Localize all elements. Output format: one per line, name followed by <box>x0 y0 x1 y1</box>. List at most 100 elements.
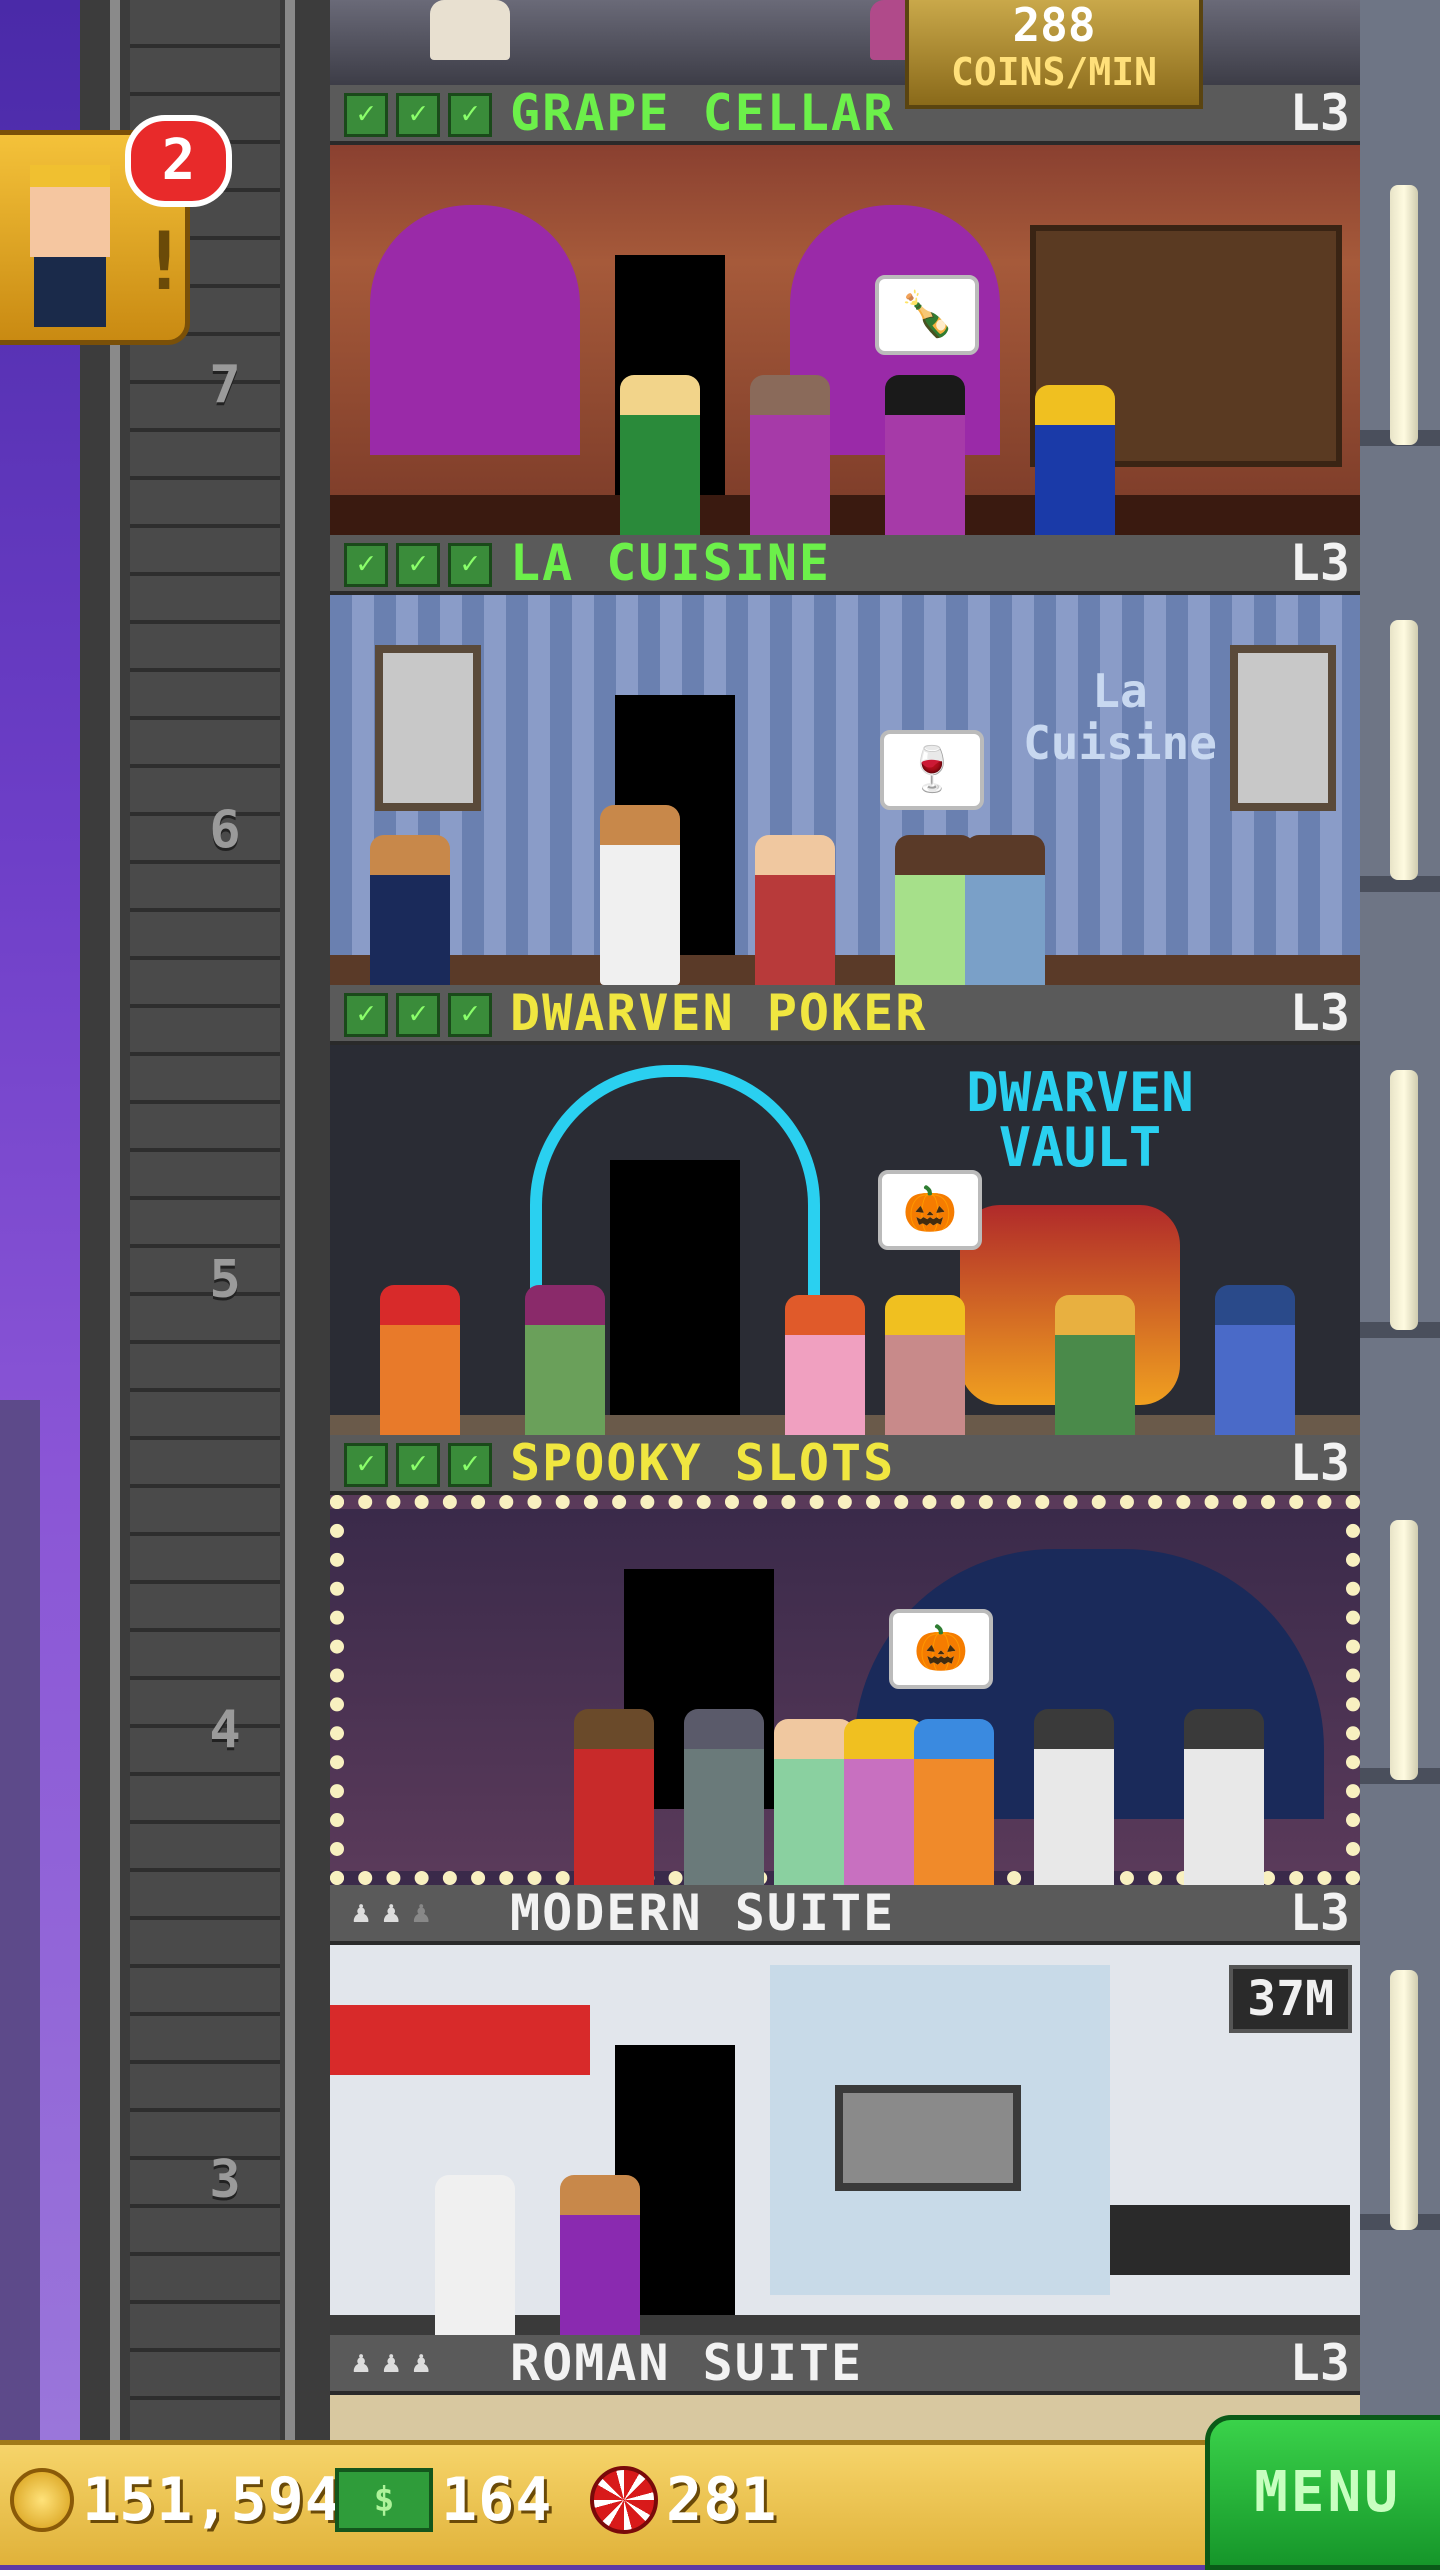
trooper-bitizen[interactable] <box>435 2175 515 2355</box>
floor-dwarven-poker[interactable]: ✓ ✓ ✓ DWARVEN POKER L3 DWARVEN VAULT 🎃 <box>330 985 1360 1475</box>
wall-window <box>1390 1520 1418 1780</box>
floor-level: L3 <box>1289 984 1350 1042</box>
floor-roman-suite[interactable]: ♟ ♟ ♟ ROMAN SUITE L3 <box>330 2335 1360 2440</box>
chef-bitizen[interactable] <box>600 805 680 985</box>
bitizen[interactable] <box>774 1719 854 1899</box>
room-interior: 🎃 <box>330 1495 1360 1899</box>
stock-indicators: ✓ ✓ ✓ <box>344 993 492 1037</box>
pumpkin-request-icon[interactable]: 🎃 <box>878 1170 982 1250</box>
floor-header: ✓ ✓ ✓ GRAPE CELLAR L3 <box>330 85 1360 145</box>
room-interior <box>330 1945 1360 2355</box>
slot-machine[interactable] <box>1034 1709 1114 1889</box>
resident-empty-icon: ♟ <box>412 1895 431 1930</box>
bed <box>1110 2205 1350 2275</box>
floor-number: 6 <box>209 800 241 860</box>
check-icon: ✓ <box>448 543 492 587</box>
resident-icon: ♟ <box>382 1895 401 1930</box>
bitizen[interactable] <box>620 375 700 555</box>
floor-header: ♟ ♟ ♟ MODERN SUITE L3 <box>330 1885 1360 1945</box>
vip-avatar <box>30 165 110 257</box>
income-banner: 288 COINS/MIN <box>905 0 1203 109</box>
bux-value: 164 <box>441 2465 553 2535</box>
bux-icon: $ <box>335 2468 433 2532</box>
check-icon: ✓ <box>344 543 388 587</box>
stock-indicators: ✓ ✓ ✓ <box>344 543 492 587</box>
wine-arch <box>370 205 580 455</box>
resident-icon: ♟ <box>352 1895 371 1930</box>
check-icon: ✓ <box>396 993 440 1037</box>
bitizen[interactable] <box>885 375 965 555</box>
floor-header: ✓ ✓ ✓ DWARVEN POKER L3 <box>330 985 1360 1045</box>
check-icon: ✓ <box>344 93 388 137</box>
check-icon: ✓ <box>344 993 388 1037</box>
coins-display[interactable]: 151,594 <box>10 2465 342 2535</box>
wall-window <box>1390 1970 1418 2230</box>
elevator-rail <box>110 0 120 2440</box>
resident-icon: ♟ <box>412 2345 431 2380</box>
bitizen[interactable] <box>844 1719 924 1899</box>
floor-spooky-slots[interactable]: ✓ ✓ ✓ SPOOKY SLOTS L3 🎃 <box>330 1435 1360 1899</box>
slot-machine[interactable] <box>1184 1709 1264 1889</box>
residents-indicator: ♟ ♟ ♟ <box>352 2343 430 2383</box>
wall-window <box>1390 1070 1418 1330</box>
sky-background <box>0 0 80 2440</box>
bellhop-bitizen[interactable] <box>574 1709 654 1889</box>
wall-painting <box>1230 645 1336 811</box>
chips-display[interactable]: 281 <box>590 2465 777 2535</box>
stock-indicators: ✓ ✓ ✓ <box>344 1443 492 1487</box>
income-unit: COINS/MIN <box>951 50 1157 94</box>
chips-value: 281 <box>666 2465 778 2535</box>
wall-window <box>1390 185 1418 445</box>
floor-la-cuisine[interactable]: ✓ ✓ ✓ LA CUISINE L3 La Cuisine 🍷 <box>330 535 1360 1015</box>
poker-chip-icon <box>590 2466 658 2534</box>
restaurant-sign: La Cuisine <box>1023 664 1217 770</box>
bitizen[interactable] <box>560 2175 640 2355</box>
floor-grape-cellar[interactable]: ✓ ✓ ✓ GRAPE CELLAR L3 🍾 <box>330 85 1360 565</box>
check-icon: ✓ <box>448 993 492 1037</box>
floor-name: SPOOKY SLOTS <box>510 1434 896 1492</box>
coins-value: 151,594 <box>82 2465 342 2535</box>
wine-bottle-request-icon[interactable]: 🍾 <box>875 275 979 355</box>
floor-level: L3 <box>1289 2334 1350 2392</box>
tower-outer-wall <box>1360 0 1440 2440</box>
floor-modern-suite[interactable]: ♟ ♟ ♟ MODERN SUITE L3 37M <box>330 1885 1360 2355</box>
vip-suit <box>34 257 106 327</box>
vault-sign: DWARVEN VAULT <box>966 1061 1194 1179</box>
zombie-bitizen[interactable] <box>684 1709 764 1889</box>
jack-o-lantern-request-icon[interactable]: 🎃 <box>889 1609 993 1689</box>
floor-number: 7 <box>209 355 241 415</box>
residents-indicator: ♟ ♟ ♟ <box>352 1893 430 1933</box>
income-amount: 288 <box>1012 0 1096 52</box>
door <box>610 1160 740 1435</box>
check-icon: ✓ <box>448 93 492 137</box>
bitizen[interactable] <box>914 1719 994 1899</box>
wall-art <box>835 2085 1021 2191</box>
floor-level: L3 <box>1289 1434 1350 1492</box>
resident-icon: ♟ <box>382 2345 401 2380</box>
elevator-shaft[interactable]: 7 6 5 4 3 <box>80 0 330 2440</box>
elevator-rail <box>285 0 295 2440</box>
floor-8-partial[interactable] <box>330 0 1360 90</box>
room-interior: DWARVEN VAULT 🎃 <box>330 1045 1360 1475</box>
notification-badge[interactable]: 2 <box>125 115 232 207</box>
floor-boards <box>330 955 1360 985</box>
floor-level: L3 <box>1289 534 1350 592</box>
coin-icon <box>10 2468 74 2532</box>
floor-header: ✓ ✓ ✓ SPOOKY SLOTS L3 <box>330 1435 1360 1495</box>
floor-boards <box>330 495 1360 535</box>
room-interior: La Cuisine 🍷 <box>330 595 1360 1015</box>
rent-label: 37M <box>1229 1965 1352 2033</box>
tower: ✓ ✓ ✓ GRAPE CELLAR L3 🍾 ✓ ✓ ✓ LA CUISINE… <box>330 0 1360 2440</box>
floor-header: ✓ ✓ ✓ LA CUISINE L3 <box>330 535 1360 595</box>
check-icon: ✓ <box>448 1443 492 1487</box>
bitizen[interactable] <box>750 375 830 555</box>
bitizen[interactable] <box>430 0 510 60</box>
red-awning <box>330 2005 590 2075</box>
alert-icon: ! <box>140 215 189 308</box>
room-interior: 🍾 <box>330 145 1360 565</box>
menu-button[interactable]: MENU <box>1205 2415 1440 2570</box>
wine-glass-request-icon[interactable]: 🍷 <box>880 730 984 810</box>
floor-header: ♟ ♟ ♟ ROMAN SUITE L3 <box>330 2335 1360 2395</box>
bux-display[interactable]: $ 164 <box>335 2465 552 2535</box>
city-skyline <box>0 1400 40 2440</box>
